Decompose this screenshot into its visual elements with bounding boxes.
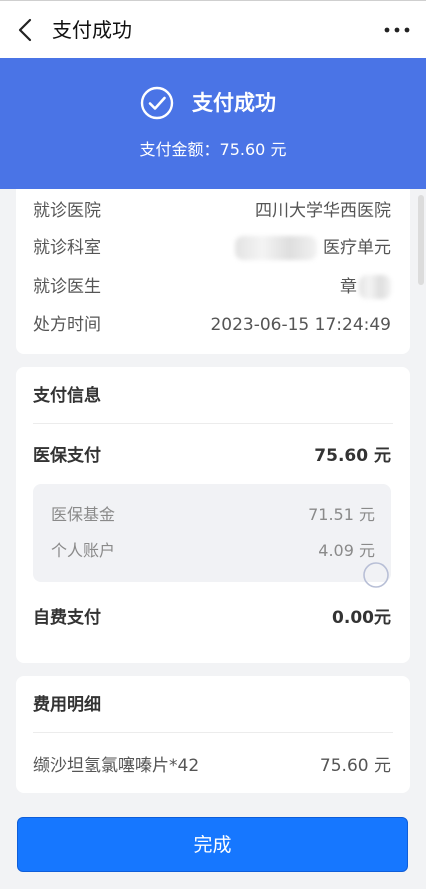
fee-details-card: 费用明细 缬沙坦氢氯噻嗪片*42 75.60 元	[16, 676, 410, 793]
fee-item-row: 缬沙坦氢氯噻嗪片*42 75.60 元	[33, 752, 391, 780]
chevron-left-icon[interactable]	[14, 16, 38, 44]
more-dots-icon[interactable]	[382, 20, 412, 40]
visit-row-department: 就诊科室 医疗单元	[33, 234, 391, 262]
redacted-blur	[235, 236, 317, 260]
payment-amount: 支付金额：75.60 元	[139, 140, 287, 159]
visit-row-doctor: 就诊医生 章	[33, 273, 391, 301]
row-label: 个人账户	[51, 541, 116, 560]
row-value: 医疗单元	[323, 238, 391, 258]
insurance-payment-row: 医保支付 75.60 元	[33, 442, 391, 470]
visit-info-card: 就诊医院 四川大学华西医院 就诊科室 医疗单元 就诊医生 章 处方时间 2023…	[16, 189, 410, 354]
section-title: 费用明细	[33, 695, 101, 715]
section-title: 支付信息	[33, 386, 101, 406]
row-label: 就诊医院	[33, 201, 101, 221]
fee-item-amount: 75.60 元	[319, 756, 391, 776]
fee-item-name: 缬沙坦氢氯噻嗪片*42	[33, 756, 200, 776]
self-payment-row: 自费支付 0.00元	[33, 604, 391, 632]
divider	[33, 423, 393, 424]
visit-row-hospital: 就诊医院 四川大学华西医院	[33, 197, 391, 225]
top-navigation-bar: 支付成功	[0, 0, 426, 58]
row-label: 就诊医生	[33, 277, 101, 297]
row-value: 四川大学华西医院	[255, 201, 391, 221]
row-label: 自费支付	[33, 608, 101, 628]
row-label: 处方时间	[33, 315, 101, 335]
redacted-blur	[359, 275, 391, 299]
fund-row: 医保基金 71.51 元	[51, 502, 375, 528]
row-value: 章	[340, 277, 357, 297]
row-value: 71.51 元	[308, 505, 375, 524]
loading-spinner-icon	[363, 562, 389, 588]
row-value: 2023-06-15 17:24:49	[210, 315, 391, 335]
page-title: 支付成功	[52, 18, 132, 42]
row-label: 就诊科室	[33, 238, 101, 258]
scrollbar[interactable]	[418, 195, 424, 285]
row-value: 75.60 元	[314, 446, 391, 466]
visit-row-time: 处方时间 2023-06-15 17:24:49	[33, 311, 391, 339]
payment-info-card: 支付信息 医保支付 75.60 元 医保基金 71.51 元 个人账户 4.09…	[16, 367, 410, 663]
success-title: 支付成功	[192, 91, 276, 115]
success-banner: 支付成功 支付金额：75.60 元	[0, 58, 426, 189]
personal-account-row: 个人账户 4.09 元	[51, 538, 375, 564]
check-circle-icon	[140, 86, 174, 120]
insurance-breakdown: 医保基金 71.51 元 个人账户 4.09 元	[33, 484, 391, 582]
row-value: 0.00元	[332, 608, 391, 628]
done-button[interactable]: 完成	[17, 817, 408, 872]
row-label: 医保支付	[33, 446, 101, 466]
row-label: 医保基金	[51, 505, 116, 524]
divider	[33, 732, 393, 733]
